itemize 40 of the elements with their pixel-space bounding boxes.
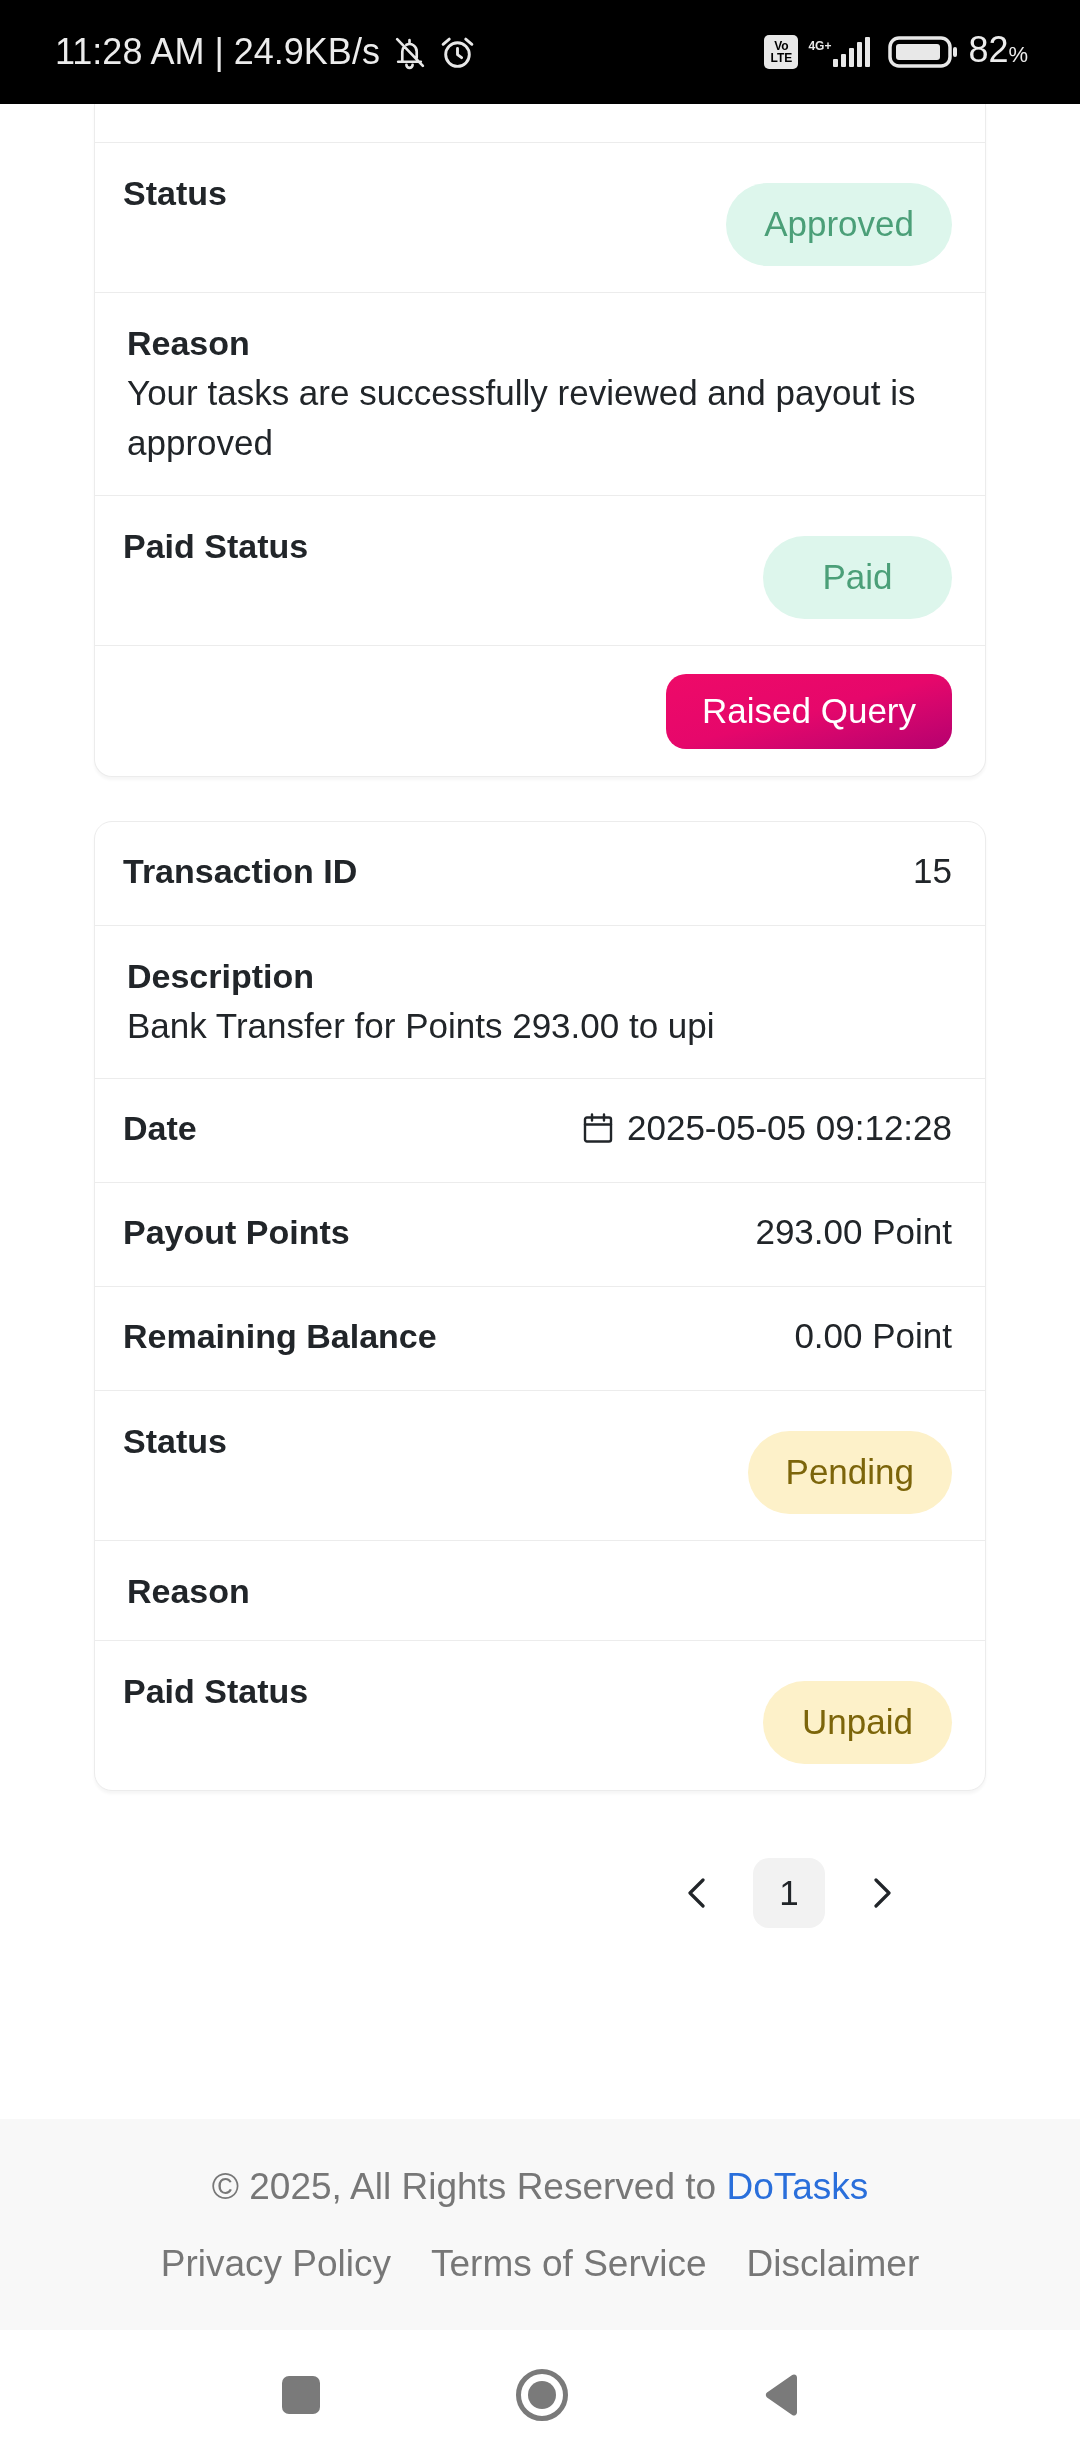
status-badge: Pending — [747, 1431, 952, 1514]
footer-link[interactable]: Privacy Policy — [160, 2242, 392, 2286]
field-label: Payout Points — [123, 1212, 350, 1253]
field-label: Date — [123, 1108, 197, 1149]
footer-link[interactable]: Disclaimer — [746, 2242, 920, 2286]
status-badge: Approved — [726, 183, 952, 266]
field-label: Reason — [127, 323, 251, 364]
field-value: 15 — [913, 850, 952, 892]
field-value: 2025-05-05 09:12:28 — [627, 1107, 952, 1149]
field-label: Reason — [127, 1571, 251, 1612]
field-label: Transaction ID — [123, 851, 358, 892]
status-badge: Paid — [763, 536, 952, 619]
battery-percentage: 82% — [968, 27, 1028, 72]
field-label: Paid Status — [123, 526, 309, 567]
field-label: Status — [123, 1421, 227, 1462]
note-text: Bank Transfer for Points 293.00 to upi — [127, 1005, 716, 1047]
back-icon[interactable] — [763, 2373, 799, 2417]
brand-link[interactable]: DoTasks — [726, 2166, 869, 2207]
field-label: Remaining Balance — [123, 1316, 437, 1357]
status-badge: Unpaid — [763, 1681, 952, 1764]
field-value: 293.00 Point — [755, 1211, 952, 1253]
query-button[interactable]: Raised Query — [666, 674, 952, 749]
field-label: Status — [123, 173, 227, 214]
note-text: Your tasks are successfully reviewed and payout is approved — [127, 372, 917, 464]
copyright-text: © 2025, All Rights Reserved to DoTasks — [211, 2165, 869, 2209]
signal-bars-icon — [833, 37, 871, 67]
network-type-label: 4G+ — [808, 39, 832, 53]
field-value: 0.00 Point — [794, 1315, 952, 1357]
status-time: 11:28 AM | 24.9KB/s — [55, 30, 380, 74]
page-button[interactable]: 1 — [753, 1858, 825, 1928]
home-icon[interactable] — [514, 2368, 569, 2422]
battery-icon — [888, 36, 959, 68]
chevron-left-icon — [686, 1878, 706, 1908]
volte-badge: Vo LTE — [764, 35, 799, 69]
calendar-icon — [583, 1113, 613, 1143]
footer-link[interactable]: Terms of Service — [431, 2242, 707, 2286]
field-label: Paid Status — [123, 1671, 309, 1712]
chevron-right-icon — [872, 1878, 892, 1908]
square-icon[interactable] — [281, 2376, 320, 2414]
field-label: Description — [127, 956, 316, 997]
